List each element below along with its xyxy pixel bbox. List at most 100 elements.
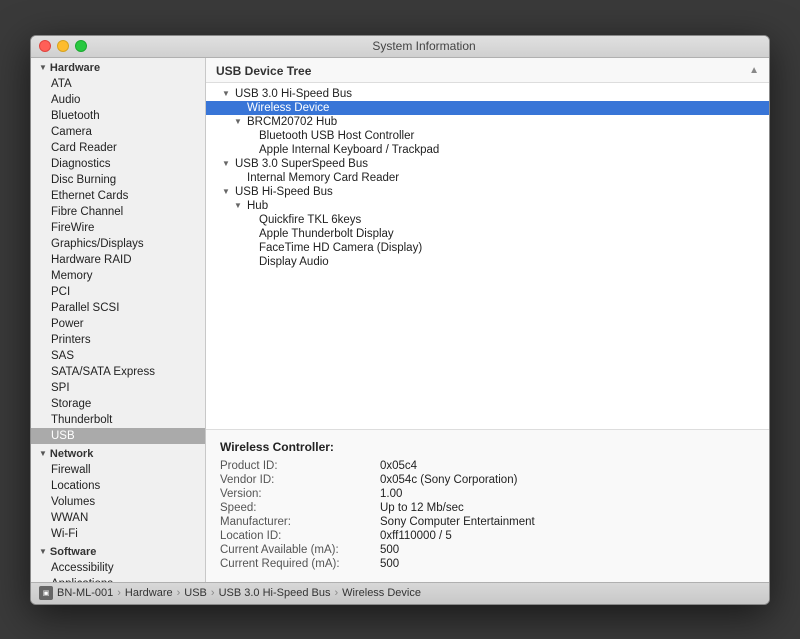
tree-label-hub: Hub [247, 200, 268, 212]
tree-triangle-usb30: ▼ [222, 89, 232, 98]
sidebar: ▼ Hardware ATA Audio Bluetooth Camera Ca… [31, 58, 206, 582]
sidebar-item-usb[interactable]: USB [31, 428, 205, 444]
tree-item-wireless-device[interactable]: Wireless Device [206, 101, 769, 115]
tree-item-usb30-superspeed[interactable]: ▼ USB 3.0 SuperSpeed Bus [206, 157, 769, 171]
triangle-network: ▼ [39, 449, 47, 458]
tree-item-apple-keyboard[interactable]: Apple Internal Keyboard / Trackpad [206, 143, 769, 157]
breadcrumb-sep-2: › [177, 587, 181, 599]
sidebar-item-wifi[interactable]: Wi-Fi [31, 526, 205, 542]
sidebar-item-pci[interactable]: PCI [31, 284, 205, 300]
detail-row-version: Version: 1.00 [220, 488, 755, 500]
breadcrumb-hardware: Hardware [125, 587, 173, 599]
sidebar-section-software[interactable]: ▼ Software [31, 542, 205, 560]
detail-value-location-id: 0xff110000 / 5 [380, 530, 452, 542]
tree-triangle-apple-kb [246, 145, 256, 154]
tree-item-usb30-hispeed[interactable]: ▼ USB 3.0 Hi-Speed Bus [206, 87, 769, 101]
sidebar-item-memory[interactable]: Memory [31, 268, 205, 284]
detail-row-current-required: Current Required (mA): 500 [220, 558, 755, 570]
detail-label-product-id: Product ID: [220, 460, 380, 472]
content-area: USB Device Tree ▲ ▼ USB 3.0 Hi-Speed Bus… [206, 58, 769, 582]
detail-value-speed: Up to 12 Mb/sec [380, 502, 464, 514]
sidebar-item-diagnostics[interactable]: Diagnostics [31, 156, 205, 172]
content-header: USB Device Tree ▲ [206, 58, 769, 83]
sidebar-item-printers[interactable]: Printers [31, 332, 205, 348]
sidebar-item-bluetooth[interactable]: Bluetooth [31, 108, 205, 124]
tree-label-bluetooth-usb: Bluetooth USB Host Controller [259, 130, 414, 142]
tree-triangle-quickfire [246, 215, 256, 224]
tree-triangle-thunderbolt [246, 229, 256, 238]
sidebar-item-graphics-displays[interactable]: Graphics/Displays [31, 236, 205, 252]
detail-value-current-required: 500 [380, 558, 399, 570]
statusbar-icon: ▣ [39, 586, 53, 600]
detail-label-speed: Speed: [220, 502, 380, 514]
main-content: ▼ Hardware ATA Audio Bluetooth Camera Ca… [31, 58, 769, 582]
sidebar-section-hardware[interactable]: ▼ Hardware [31, 58, 205, 76]
breadcrumb-sep-4: › [334, 587, 338, 599]
tree-content: ▼ USB 3.0 Hi-Speed Bus Wireless Device ▼… [206, 83, 769, 429]
tree-item-facetime[interactable]: FaceTime HD Camera (Display) [206, 241, 769, 255]
tree-item-quickfire[interactable]: Quickfire TKL 6keys [206, 213, 769, 227]
detail-label-location-id: Location ID: [220, 530, 380, 542]
sidebar-item-ata[interactable]: ATA [31, 76, 205, 92]
sidebar-item-power[interactable]: Power [31, 316, 205, 332]
sidebar-item-accessibility[interactable]: Accessibility [31, 560, 205, 576]
window-title: System Information [87, 39, 761, 53]
tree-label-brcm20702: BRCM20702 Hub [247, 116, 337, 128]
detail-title: Wireless Controller: [220, 440, 755, 454]
tree-item-memory-card[interactable]: Internal Memory Card Reader [206, 171, 769, 185]
tree-triangle-brcm: ▼ [234, 117, 244, 126]
tree-label-apple-thunderbolt: Apple Thunderbolt Display [259, 228, 394, 240]
sidebar-item-spi[interactable]: SPI [31, 380, 205, 396]
sidebar-item-parallel-scsi[interactable]: Parallel SCSI [31, 300, 205, 316]
sidebar-item-thunderbolt[interactable]: Thunderbolt [31, 412, 205, 428]
breadcrumb-device: Wireless Device [342, 587, 421, 599]
breadcrumb-bus: USB 3.0 Hi-Speed Bus [219, 587, 331, 599]
maximize-button[interactable] [75, 40, 87, 52]
sidebar-item-ethernet-cards[interactable]: Ethernet Cards [31, 188, 205, 204]
detail-value-current-available: 500 [380, 544, 399, 556]
sidebar-item-storage[interactable]: Storage [31, 396, 205, 412]
tree-triangle-bt-usb [246, 131, 256, 140]
statusbar: ▣ BN-ML-001 › Hardware › USB › USB 3.0 H… [31, 582, 769, 604]
tree-label-usb-hispeed: USB Hi-Speed Bus [235, 186, 333, 198]
tree-triangle-memory-card [234, 173, 244, 182]
tree-item-apple-thunderbolt[interactable]: Apple Thunderbolt Display [206, 227, 769, 241]
sidebar-item-firewire[interactable]: FireWire [31, 220, 205, 236]
sidebar-section-network[interactable]: ▼ Network [31, 444, 205, 462]
sidebar-item-locations[interactable]: Locations [31, 478, 205, 494]
sidebar-item-fibre-channel[interactable]: Fibre Channel [31, 204, 205, 220]
breadcrumb-sep-1: › [117, 587, 121, 599]
sidebar-item-camera[interactable]: Camera [31, 124, 205, 140]
detail-label-current-available: Current Available (mA): [220, 544, 380, 556]
detail-value-product-id: 0x05c4 [380, 460, 417, 472]
tree-item-bluetooth-usb[interactable]: Bluetooth USB Host Controller [206, 129, 769, 143]
close-button[interactable] [39, 40, 51, 52]
sidebar-item-wwan[interactable]: WWAN [31, 510, 205, 526]
breadcrumb-sep-3: › [211, 587, 215, 599]
sidebar-item-volumes[interactable]: Volumes [31, 494, 205, 510]
minimize-button[interactable] [57, 40, 69, 52]
detail-value-version: 1.00 [380, 488, 402, 500]
sidebar-item-audio[interactable]: Audio [31, 92, 205, 108]
triangle-software: ▼ [39, 547, 47, 556]
tree-label-usb30-hispeed: USB 3.0 Hi-Speed Bus [235, 88, 352, 100]
sidebar-item-disc-burning[interactable]: Disc Burning [31, 172, 205, 188]
collapse-icon[interactable]: ▲ [749, 65, 759, 76]
sidebar-item-firewall[interactable]: Firewall [31, 462, 205, 478]
sidebar-item-card-reader[interactable]: Card Reader [31, 140, 205, 156]
sidebar-item-sas[interactable]: SAS [31, 348, 205, 364]
sidebar-item-sata[interactable]: SATA/SATA Express [31, 364, 205, 380]
content-header-title: USB Device Tree [216, 64, 311, 78]
tree-item-brcm20702[interactable]: ▼ BRCM20702 Hub [206, 115, 769, 129]
sidebar-item-hardware-raid[interactable]: Hardware RAID [31, 252, 205, 268]
sidebar-section-network-label: Network [50, 448, 93, 460]
traffic-lights [39, 40, 87, 52]
tree-triangle-wireless [234, 103, 244, 112]
titlebar: System Information [31, 36, 769, 58]
tree-item-hub[interactable]: ▼ Hub [206, 199, 769, 213]
tree-item-display-audio[interactable]: Display Audio [206, 255, 769, 269]
detail-row-vendor-id: Vendor ID: 0x054c (Sony Corporation) [220, 474, 755, 486]
tree-item-usb-hispeed[interactable]: ▼ USB Hi-Speed Bus [206, 185, 769, 199]
tree-label-memory-card: Internal Memory Card Reader [247, 172, 399, 184]
detail-label-version: Version: [220, 488, 380, 500]
